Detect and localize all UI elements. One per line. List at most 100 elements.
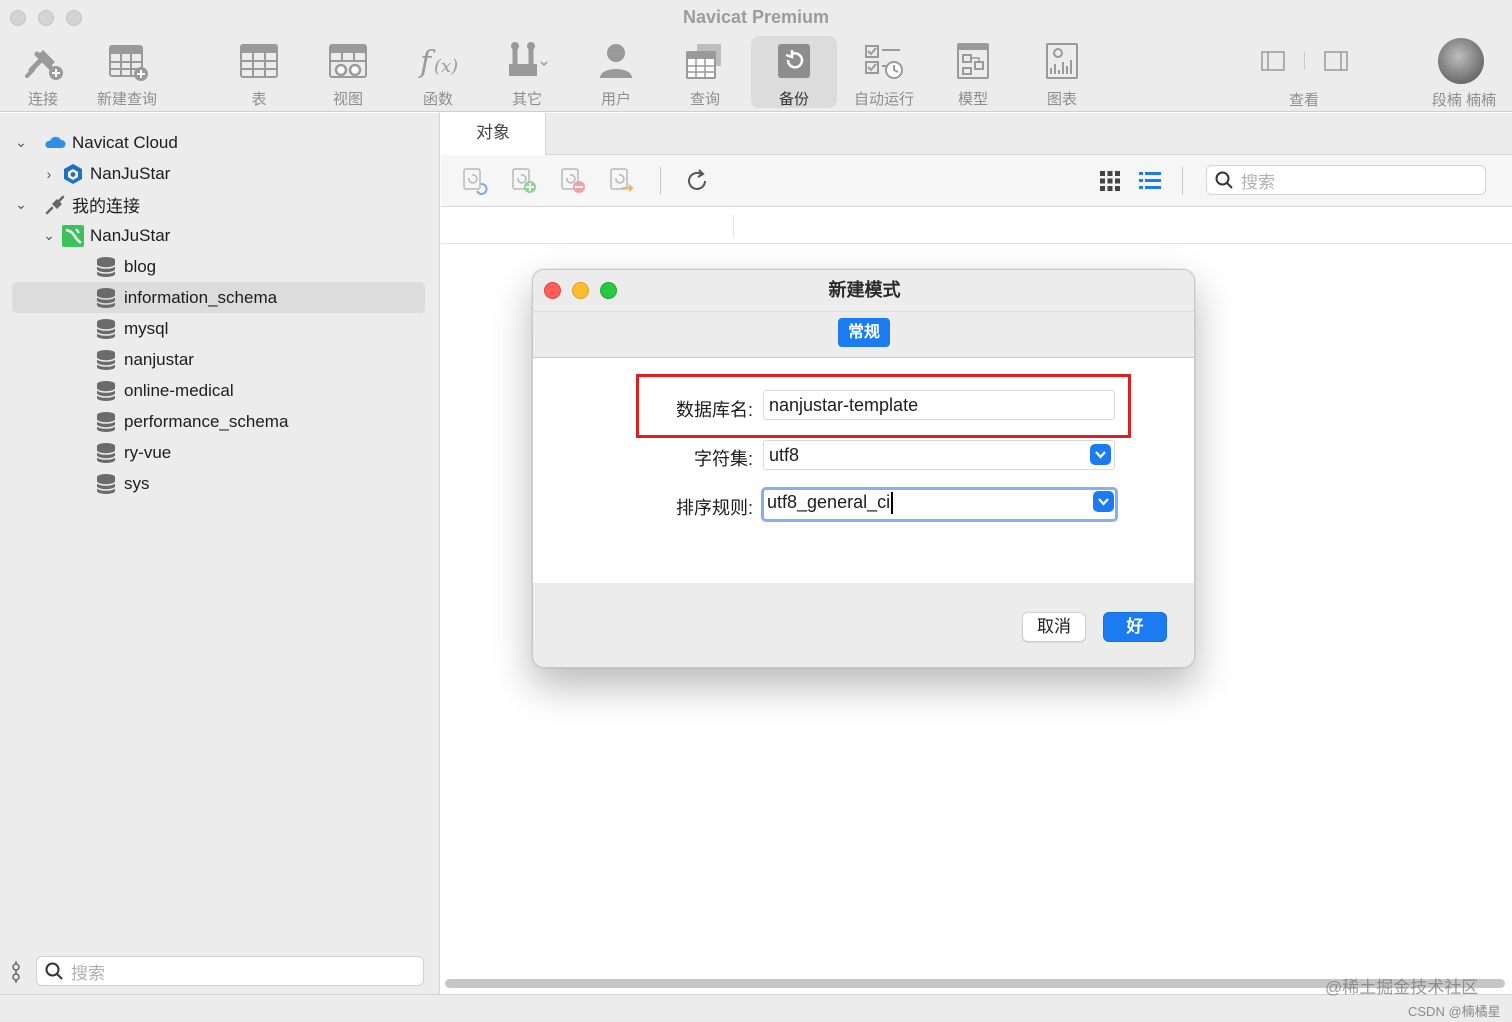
tree-item-my-connections[interactable]: ⌄ 我的连接: [12, 189, 425, 220]
dialog-body: 数据库名: nanjustar-template 字符集: utf8 排序规则:…: [533, 358, 1194, 583]
chart-icon: [1046, 43, 1078, 79]
toolbar-backup-label: 备份: [778, 91, 809, 108]
toolbar-table-button[interactable]: 表: [216, 36, 302, 108]
cancel-button[interactable]: 取消: [1022, 612, 1086, 642]
charset-select[interactable]: utf8: [763, 440, 1115, 470]
toolbar-backup-button[interactable]: 备份: [751, 36, 837, 108]
database-icon: [96, 442, 116, 463]
toolbar-chart-label: 图表: [1046, 91, 1077, 108]
view-divider: [1304, 52, 1305, 70]
toolbar-model-button[interactable]: 模型: [930, 36, 1016, 108]
sidebar: ⌄ Navicat Cloud › NanJuStar ⌄ 我的连接 ⌄ Nan…: [0, 113, 440, 994]
user-avatar[interactable]: [1438, 38, 1484, 84]
database-item-performance-schema[interactable]: performance_schema: [12, 406, 425, 437]
list-view-icon[interactable]: [1136, 167, 1164, 195]
tab-bar: 对象: [441, 113, 1512, 155]
chevron-down-icon[interactable]: ⌄: [40, 227, 58, 244]
dialog-footer: 取消 好: [533, 583, 1194, 667]
database-item-online-medical[interactable]: online-medical: [12, 375, 425, 406]
new-query-icon: [109, 45, 148, 81]
database-item-nanjustar[interactable]: nanjustar: [12, 344, 425, 375]
cloud-icon: [45, 136, 66, 148]
table-icon: [240, 44, 278, 78]
toolbar-view-button[interactable]: 视图: [305, 36, 391, 108]
object-list-header: [441, 207, 1512, 244]
new-schema-dialog: 新建模式 常规 数据库名: nanjustar-template 字符集: ut…: [532, 269, 1195, 668]
toolbar-view-label: 视图: [332, 91, 363, 108]
database-icon: [96, 380, 116, 401]
toolbar-model-label: 模型: [957, 91, 988, 108]
left-sidebar-toggle-icon[interactable]: [1261, 50, 1285, 72]
app-title: Navicat Premium: [682, 7, 830, 27]
toolbar-other-label: 其它: [511, 91, 542, 108]
database-item-sys[interactable]: sys: [12, 468, 425, 499]
chevron-down-icon[interactable]: [1090, 444, 1111, 465]
database-label: blog: [124, 256, 157, 276]
database-name-field[interactable]: nanjustar-template: [763, 390, 1115, 420]
toolbar-function-button[interactable]: f (x) 函数: [395, 36, 481, 108]
chevron-down-icon[interactable]: [1093, 491, 1114, 512]
right-sidebar-toggle-icon[interactable]: [1324, 50, 1348, 72]
mysql-connection-icon: [62, 224, 84, 247]
query-icon: [686, 44, 721, 79]
tree-item-label: NanJuStar: [90, 225, 171, 245]
automation-icon: [865, 45, 903, 79]
view-icon: [329, 44, 367, 78]
database-label: mysql: [124, 318, 169, 338]
database-name-label: 数据库名:: [675, 400, 753, 420]
database-icon: [96, 318, 116, 339]
toolbar-query-label: 查询: [689, 91, 720, 108]
model-icon: [957, 43, 989, 79]
object-search-input[interactable]: 搜索: [1206, 165, 1486, 195]
chevron-down-icon[interactable]: ⌄: [12, 196, 30, 213]
dialog-minimize-button[interactable]: [572, 282, 589, 299]
watermark-sub: CSDN @楠橘星: [1408, 1004, 1501, 1019]
svg-text:(x): (x): [434, 56, 458, 77]
charset-value: utf8: [769, 445, 800, 465]
chevron-right-icon[interactable]: ›: [40, 166, 58, 182]
dialog-window-controls: [544, 282, 617, 299]
extract-sql-icon[interactable]: [608, 167, 636, 195]
database-item-information-schema[interactable]: information_schema: [12, 282, 425, 313]
sidebar-search-input[interactable]: 搜索: [36, 956, 424, 986]
toolbar-query-button[interactable]: 查询: [662, 36, 748, 108]
toolbar-new-query-button[interactable]: 新建查询: [84, 36, 170, 108]
delete-backup-icon[interactable]: [559, 167, 587, 195]
tree-item-label: Navicat Cloud: [72, 132, 178, 152]
tab-general[interactable]: 常规: [838, 318, 890, 347]
new-backup-icon[interactable]: [510, 167, 538, 195]
grid-view-icon[interactable]: [1096, 167, 1124, 195]
database-label: performance_schema: [124, 411, 289, 431]
database-item-mysql[interactable]: mysql: [12, 313, 425, 344]
toolbar-other-button[interactable]: 其它: [484, 36, 570, 108]
tab-objects[interactable]: 对象: [441, 113, 546, 155]
collation-select[interactable]: utf8_general_ci: [761, 487, 1118, 522]
chevron-down-icon[interactable]: ⌄: [12, 134, 30, 151]
tree-item-navicat-cloud[interactable]: ⌄ Navicat Cloud: [12, 127, 425, 158]
collation-label: 排序规则:: [675, 498, 753, 518]
dialog-close-button[interactable]: [544, 282, 561, 299]
object-search-placeholder: 搜索: [1241, 172, 1275, 192]
toolbar-connection-button[interactable]: 连接: [0, 36, 86, 108]
database-icon: [96, 411, 116, 432]
database-item-ry-vue[interactable]: ry-vue: [12, 437, 425, 468]
toolbar-automation-button[interactable]: 自动运行: [841, 36, 927, 108]
database-label: sys: [124, 473, 150, 493]
toolbar-automation-label: 自动运行: [853, 91, 914, 108]
database-item-blog[interactable]: blog: [12, 251, 425, 282]
database-icon: [96, 256, 116, 277]
filter-icon[interactable]: [8, 961, 24, 983]
toolbar-user-button[interactable]: 用户: [573, 36, 659, 108]
toolbar-separator: [1182, 167, 1183, 195]
restore-backup-icon[interactable]: [461, 167, 489, 195]
toolbar-chart-button[interactable]: 图表: [1019, 36, 1105, 108]
tools-icon: [509, 42, 548, 76]
column-divider[interactable]: [733, 215, 734, 237]
dialog-title: 新建模式: [828, 280, 901, 300]
tree-item-cloud-project[interactable]: › NanJuStar: [12, 158, 425, 189]
collation-value: utf8_general_ci: [767, 492, 891, 512]
ok-button[interactable]: 好: [1103, 612, 1167, 642]
dialog-zoom-button[interactable]: [600, 282, 617, 299]
refresh-icon[interactable]: [683, 167, 711, 195]
tree-item-mysql-connection[interactable]: ⌄ NanJuStar: [12, 220, 425, 251]
